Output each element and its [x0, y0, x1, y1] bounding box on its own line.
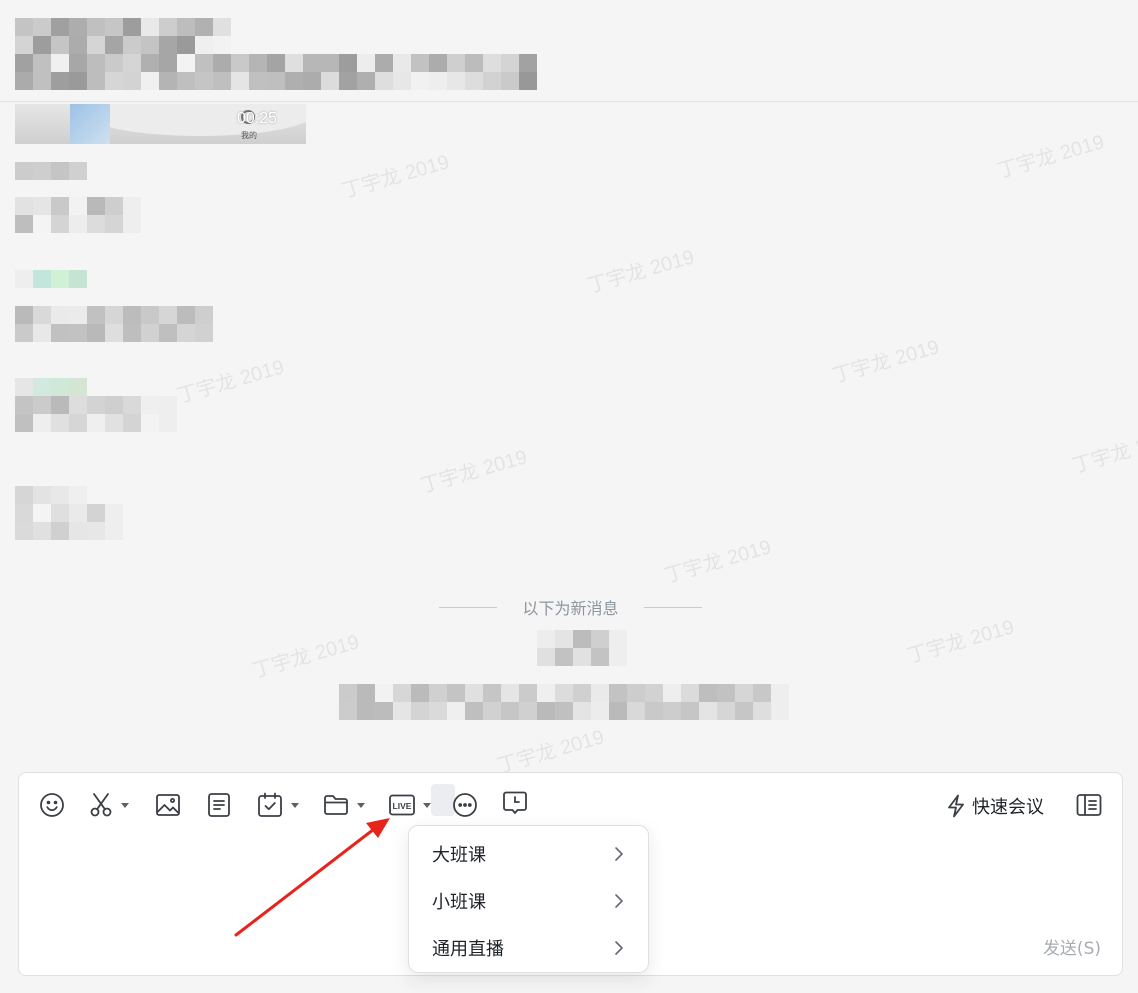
chevron-right-icon	[615, 846, 623, 861]
schedule-message-icon	[503, 791, 527, 814]
live-button[interactable]: LIVE	[389, 789, 431, 821]
watermark-text: 丁宇龙 2019	[494, 726, 607, 778]
message-sender-pixelated	[15, 270, 87, 288]
watermark-text: 丁宇龙 2019	[661, 536, 774, 588]
schedule-message-button[interactable]	[501, 788, 529, 820]
message-bubble-pixelated	[15, 306, 213, 342]
file-button[interactable]	[323, 789, 365, 821]
watermark-text: 丁宇龙 2019	[904, 616, 1017, 668]
send-hint: 发送(S)	[1042, 939, 1101, 959]
menu-item-large-class[interactable]: 大班课	[409, 830, 648, 877]
video-message-thumbnail[interactable]: 00:25 我的	[15, 104, 306, 144]
watermark-text: 丁宇龙 2019	[584, 246, 697, 298]
message-bubble-pixelated	[15, 504, 123, 540]
menu-item-label: 大班课	[432, 844, 486, 866]
scissors-icon	[90, 793, 112, 817]
new-messages-label: 以下为新消息	[522, 599, 619, 618]
menu-item-label: 通用直播	[432, 938, 504, 960]
image-icon	[156, 794, 180, 816]
chevron-right-icon	[615, 893, 623, 908]
image-button[interactable]	[155, 789, 181, 821]
message-bubble-pixelated	[15, 197, 141, 233]
more-icon	[453, 793, 477, 817]
message-sender-pixelated	[15, 378, 87, 396]
menu-item-general-live[interactable]: 通用直播	[409, 924, 648, 971]
emoji-icon	[40, 793, 64, 817]
quick-meeting-button[interactable]: 快速会议	[946, 790, 1044, 822]
video-tag: 我的	[241, 131, 257, 140]
menu-item-label: 小班课	[432, 891, 486, 913]
chevron-down-icon	[121, 802, 129, 808]
live-dropdown-menu: 大班课 小班课 通用直播	[408, 825, 649, 973]
watermark-text: 丁宇龙 2019	[339, 151, 452, 203]
screenshot-button[interactable]	[89, 789, 129, 821]
video-duration: 00:25	[237, 110, 278, 127]
system-message-pixelated	[339, 684, 789, 720]
watermark-text: 丁宇龙 2019	[994, 131, 1107, 183]
folder-icon	[324, 795, 348, 815]
watermark-text: 丁宇龙 2019	[417, 446, 530, 498]
more-button[interactable]	[452, 789, 478, 821]
chat-subtitle-pixelated	[15, 54, 537, 90]
system-message-pixelated	[537, 630, 627, 666]
watermark-text: 丁宇龙 2019	[1069, 426, 1138, 478]
message-sender-pixelated	[15, 486, 87, 504]
lightning-icon	[948, 794, 964, 818]
live-icon: LIVE	[389, 794, 415, 816]
side-panel-toggle[interactable]	[1076, 789, 1102, 821]
message-bubble-pixelated	[15, 396, 177, 432]
new-messages-divider: 以下为新消息	[439, 596, 702, 618]
chevron-down-icon	[357, 802, 365, 808]
doc-icon	[208, 793, 230, 817]
emoji-button[interactable]	[37, 789, 67, 821]
svg-text:LIVE: LIVE	[393, 801, 412, 811]
chevron-down-icon	[291, 802, 299, 808]
sidebar-panel-icon	[1076, 794, 1102, 816]
calendar-check-icon	[258, 792, 282, 817]
watermark-text: 丁宇龙 2019	[174, 356, 287, 408]
task-button[interactable]	[257, 789, 299, 821]
message-sender-pixelated	[15, 162, 87, 180]
chevron-down-icon	[423, 802, 431, 808]
header-divider	[0, 101, 1138, 102]
chevron-right-icon	[615, 940, 623, 955]
quick-meeting-label: 快速会议	[972, 797, 1044, 818]
doc-button[interactable]	[207, 789, 231, 821]
menu-item-small-class[interactable]: 小班课	[409, 877, 648, 924]
watermark-text: 丁宇龙 2019	[249, 631, 362, 683]
watermark-text: 丁宇龙 2019	[829, 336, 942, 388]
chat-title-pixelated	[15, 18, 231, 54]
